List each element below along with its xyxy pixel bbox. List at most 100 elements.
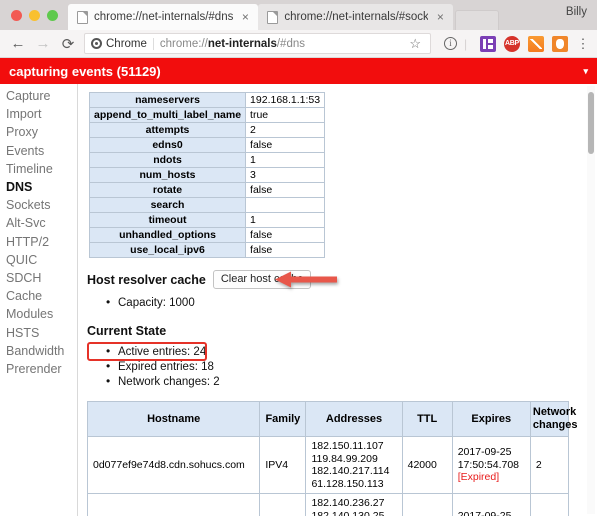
cell-family: IPV4 xyxy=(259,493,307,516)
close-window-button[interactable] xyxy=(11,10,22,21)
adblock-plus-icon[interactable]: ABP xyxy=(504,35,520,52)
profile-name[interactable]: Billy xyxy=(566,6,587,18)
sidebar-item-http2[interactable]: HTTP/2 xyxy=(6,233,77,251)
browser-toolbar: ← → ⟳ Chrome chrome://net-internals/#dns… xyxy=(0,30,597,58)
cell-expires: 2017-09-25 17:51:23.872 xyxy=(451,493,531,516)
tab-strip: chrome://net-internals/#dns × chrome://n… xyxy=(0,0,597,30)
table-row: use_local_ipv6 false xyxy=(88,242,326,258)
sidebar-item-cache[interactable]: Cache xyxy=(6,287,77,305)
table-row: unhandled_options false xyxy=(88,227,326,243)
list-item-expired-entries: Expired entries: 18 xyxy=(105,359,597,375)
sidebar-item-quic[interactable]: QUIC xyxy=(6,251,77,269)
honey-extension-icon[interactable] xyxy=(552,35,568,52)
security-badge-label: Chrome xyxy=(106,37,147,50)
page-body: Capture Import Proxy Events Timeline DNS… xyxy=(0,84,597,516)
current-state-title: Current State xyxy=(87,324,167,338)
host-cache-table: Hostname Family Addresses TTL Expires Ne… xyxy=(86,401,578,516)
minimize-window-button[interactable] xyxy=(29,10,40,21)
close-icon[interactable]: × xyxy=(239,11,251,23)
table-row: 0d077ef9e74d8.cdn.sohucs.com IPV4 182.15… xyxy=(86,435,570,495)
config-key: ndots xyxy=(88,152,247,168)
maximize-window-button[interactable] xyxy=(47,10,58,21)
cell-ttl: 42000 xyxy=(401,435,453,495)
dns-config-table: nameservers 192.168.1.1:53 append_to_mul… xyxy=(88,92,326,258)
sidebar: Capture Import Proxy Events Timeline DNS… xyxy=(0,84,78,516)
chevron-down-icon[interactable]: ▾ xyxy=(583,66,588,77)
reload-icon[interactable]: ⟳ xyxy=(57,33,79,55)
capacity-list: Capacity: 1000 xyxy=(105,295,597,311)
sidebar-item-sockets[interactable]: Sockets xyxy=(6,196,77,214)
sidebar-item-events[interactable]: Events xyxy=(6,142,77,160)
office-extension-icon[interactable] xyxy=(480,35,496,52)
page-icon xyxy=(77,10,88,24)
table-row: append_to_multi_label_name true xyxy=(88,107,326,123)
bookmark-star-icon[interactable]: ☆ xyxy=(406,36,424,52)
chrome-menu-icon[interactable]: ⋮ xyxy=(576,36,590,52)
config-value: 2 xyxy=(245,122,326,138)
url-text: chrome://net-internals/#dns xyxy=(160,38,305,50)
current-state-section: Active entries: 24 Expired entries: 18 N… xyxy=(87,342,597,390)
forward-icon: → xyxy=(35,35,51,52)
address-line: 182.140.130.25 xyxy=(311,509,385,516)
host-resolver-cache-title: Host resolver cache xyxy=(87,272,206,287)
back-icon[interactable]: ← xyxy=(7,33,29,55)
sidebar-item-hsts[interactable]: HSTS xyxy=(6,324,77,342)
table-row: ndots 1 xyxy=(88,152,326,168)
config-value: true xyxy=(245,107,326,123)
sidebar-item-timeline[interactable]: Timeline xyxy=(6,160,77,178)
cell-addresses: 182.140.236.27 182.140.130.25 61.188.191… xyxy=(305,493,403,516)
annotation-arrow-icon xyxy=(275,271,337,288)
list-item-network-changes: Network changes: 2 xyxy=(105,374,597,390)
table-row: a1.mzstatic.com IPV4 182.140.236.27 182.… xyxy=(86,493,570,516)
address-bar[interactable]: Chrome chrome://net-internals/#dns ☆ xyxy=(84,33,431,54)
config-value: 192.168.1.1:53 xyxy=(245,92,326,108)
tab-dns[interactable]: chrome://net-internals/#dns × xyxy=(68,4,259,30)
analytics-chart-icon[interactable] xyxy=(528,35,544,52)
sidebar-item-sdch[interactable]: SDCH xyxy=(6,269,77,287)
address-line: 182.140.217.114 xyxy=(311,465,390,478)
column-header-addresses: Addresses xyxy=(305,401,403,437)
sidebar-item-prerender[interactable]: Prerender xyxy=(6,360,77,378)
page-info-icon[interactable]: i xyxy=(444,37,457,50)
cell-network-changes: 2 xyxy=(529,435,570,495)
cell-expires: 2017-09-25 17:50:54.708 [Expired] xyxy=(451,435,531,495)
tab-sockets[interactable]: chrome://net-internals/#socke × xyxy=(258,4,454,30)
table-row: num_hosts 3 xyxy=(88,167,326,183)
new-tab-button[interactable] xyxy=(455,10,500,30)
config-key: search xyxy=(88,197,247,213)
table-row: attempts 2 xyxy=(88,122,326,138)
url-path: /#dns xyxy=(276,37,305,50)
sidebar-item-bandwidth[interactable]: Bandwidth xyxy=(6,342,77,360)
page-icon xyxy=(267,10,279,24)
close-icon[interactable]: × xyxy=(434,11,446,23)
host-resolver-cache-header: Host resolver cache Clear host cache xyxy=(87,270,597,289)
table-row: rotate false xyxy=(88,182,326,198)
scrollbar-thumb[interactable] xyxy=(588,92,594,154)
config-key: num_hosts xyxy=(88,167,247,183)
capture-status-text: capturing events (51129) xyxy=(9,63,161,79)
vertical-scrollbar[interactable] xyxy=(587,86,595,514)
sidebar-item-proxy[interactable]: Proxy xyxy=(6,123,77,141)
config-value xyxy=(245,197,326,213)
sidebar-item-dns[interactable]: DNS xyxy=(6,178,77,196)
config-key: edns0 xyxy=(88,137,247,153)
column-header-ttl: TTL xyxy=(401,401,453,437)
config-key: unhandled_options xyxy=(88,227,247,243)
sidebar-item-alt-svc[interactable]: Alt-Svc xyxy=(6,214,77,232)
tab-title: chrome://net-internals/#socke xyxy=(284,11,429,23)
config-key: nameservers xyxy=(88,92,247,108)
expires-date: 2017-09-25 xyxy=(457,446,512,459)
sidebar-item-modules[interactable]: Modules xyxy=(6,305,77,323)
sidebar-item-import[interactable]: Import xyxy=(6,105,77,123)
config-value: false xyxy=(245,182,326,198)
chrome-logo-icon xyxy=(91,38,102,49)
column-header-hostname: Hostname xyxy=(86,401,261,437)
address-line: 182.140.236.27 xyxy=(311,497,385,510)
config-key: rotate xyxy=(88,182,247,198)
toolbar-separator: | xyxy=(464,36,468,51)
capture-status-banner[interactable]: capturing events (51129) ▾ xyxy=(0,58,597,84)
list-item: Capacity: 1000 xyxy=(105,295,597,311)
url-prefix: chrome:// xyxy=(159,37,208,50)
column-header-family: Family xyxy=(259,401,307,437)
sidebar-item-capture[interactable]: Capture xyxy=(6,87,77,105)
